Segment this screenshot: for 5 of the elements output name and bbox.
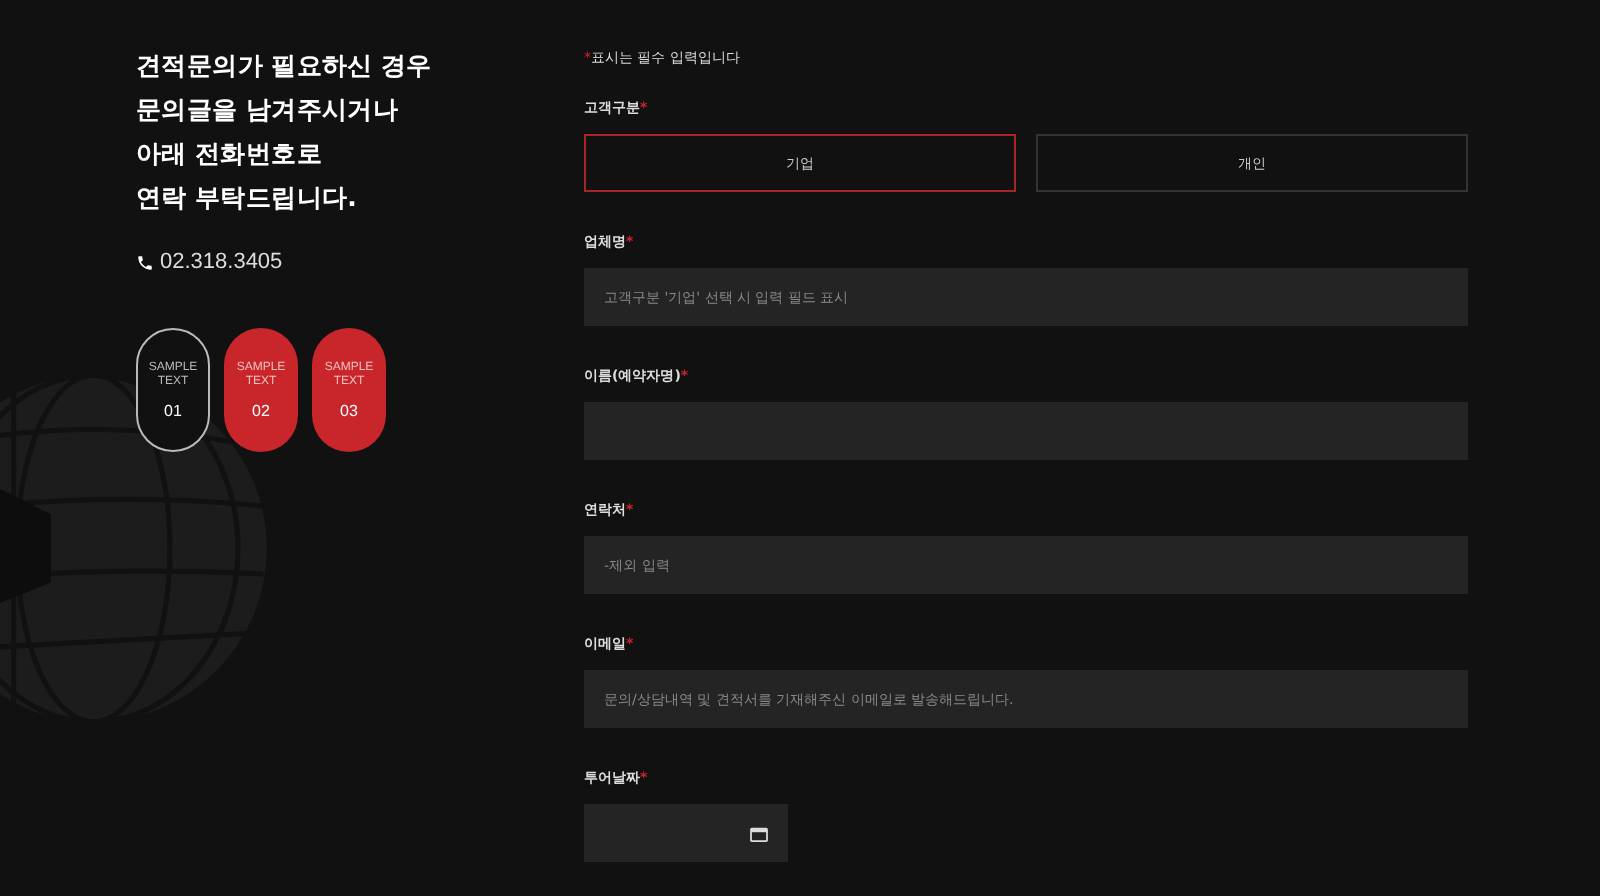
phone-number[interactable]: 02.318.3405 bbox=[160, 250, 283, 274]
calendar-icon[interactable] bbox=[750, 825, 768, 841]
headline: 견적문의가 필요하신 경우 문의글을 남겨주시거나 아래 전화번호로 연락 부탁드립니다. bbox=[136, 48, 434, 216]
phone-icon bbox=[136, 253, 154, 271]
date-field[interactable] bbox=[584, 804, 788, 862]
